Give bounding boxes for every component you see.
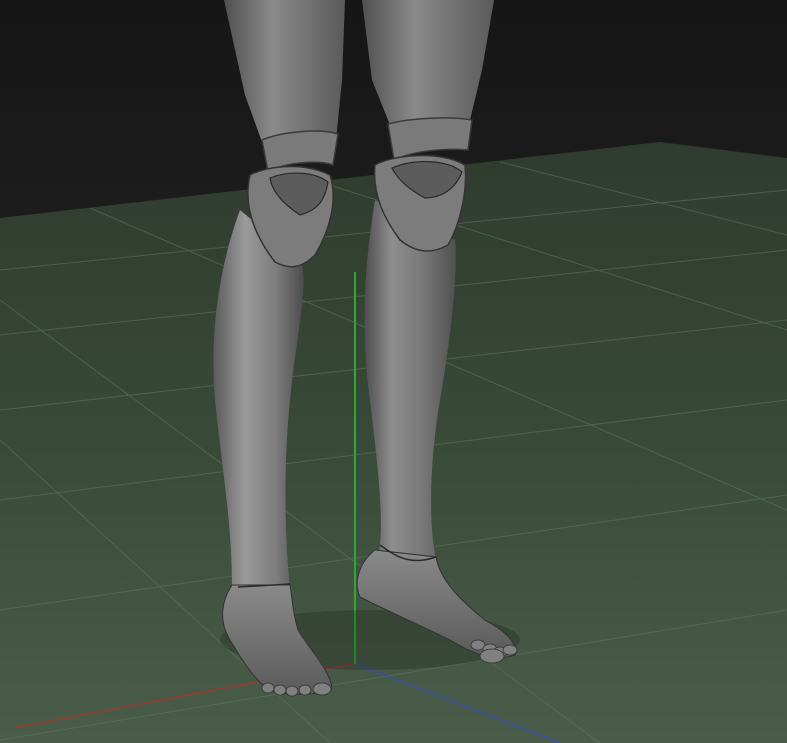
3d-viewport[interactable] xyxy=(0,0,787,743)
viewport-canvas[interactable] xyxy=(0,0,787,743)
